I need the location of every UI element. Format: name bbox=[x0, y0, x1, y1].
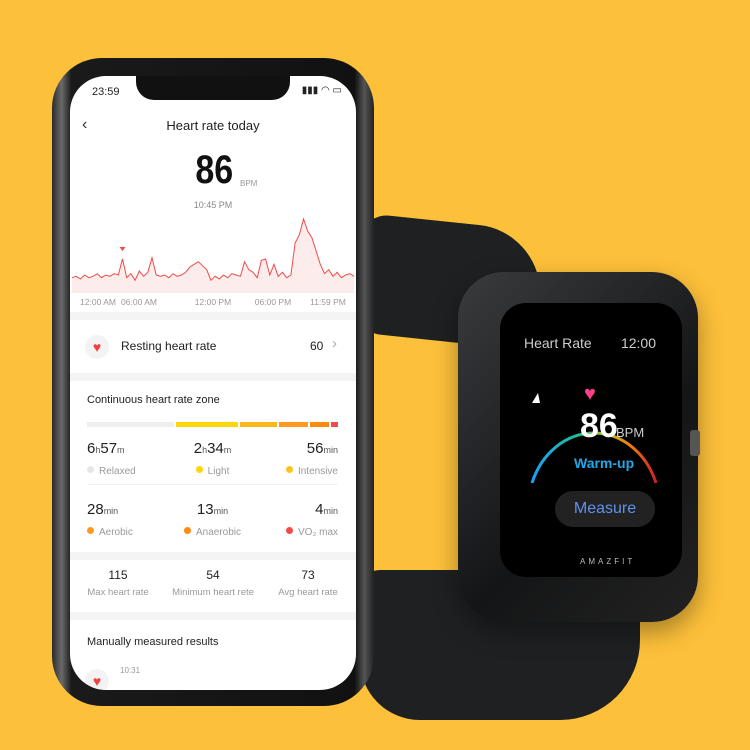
stat-item: 54 Minimum heart rete bbox=[165, 568, 261, 598]
x-tick-label: 11:59 PM bbox=[310, 297, 346, 307]
zone-value: 56 bbox=[306, 440, 324, 457]
zone-color-dot bbox=[286, 527, 293, 535]
watch-bpm-unit: BPM bbox=[616, 425, 645, 440]
x-tick-label: 12:00 AM bbox=[80, 297, 116, 307]
x-tick-label: 06:00 PM bbox=[254, 297, 292, 307]
zone-color-dot bbox=[195, 466, 203, 474]
zone-label: Light bbox=[207, 466, 230, 477]
zone-bar-segment bbox=[175, 422, 239, 427]
zone-bar-segment bbox=[278, 422, 308, 427]
zone-label: Anaerobic bbox=[195, 527, 242, 538]
status-time: 23:59 bbox=[92, 86, 120, 98]
resting-label: Resting heart rate bbox=[121, 339, 217, 353]
watch-zone-label: Warm-up bbox=[574, 455, 635, 471]
watch-heart-icon: ♥ bbox=[584, 383, 596, 405]
stat-item: 73 Avg heart rate bbox=[260, 568, 356, 598]
zone-color-dot bbox=[87, 466, 94, 474]
section-divider bbox=[70, 373, 356, 381]
phone-notch bbox=[136, 76, 290, 100]
x-tick-label: 06:00 AM bbox=[121, 297, 157, 307]
watch-time: 12:00 bbox=[620, 335, 656, 351]
section-divider bbox=[70, 312, 356, 320]
stat-value: 73 bbox=[301, 568, 315, 582]
status-icons: ▮▮▮ ◠ ▭ bbox=[301, 85, 342, 96]
resting-value: 60 bbox=[310, 339, 324, 353]
zone-color-dot bbox=[285, 466, 293, 474]
zone-item: 13min Anaerobic bbox=[170, 501, 255, 540]
page-title: Heart rate today bbox=[166, 118, 260, 133]
watch-measure-button[interactable]: Measure bbox=[555, 491, 655, 527]
current-bpm-unit: BPM bbox=[240, 179, 258, 188]
heart-icon: ♥ bbox=[85, 335, 109, 359]
manual-results-title: Manually measured results bbox=[87, 636, 219, 648]
zone-bar-segment bbox=[309, 422, 329, 427]
zone-divider bbox=[87, 484, 338, 485]
watch-crown-button[interactable] bbox=[690, 430, 700, 456]
zone-color-dot bbox=[87, 527, 94, 535]
zone-item: 56min Intensive bbox=[253, 440, 338, 479]
zone-label: VO₂ max bbox=[298, 527, 338, 538]
chart-axis-line bbox=[70, 292, 356, 293]
chart-area bbox=[72, 219, 354, 292]
stat-value: 115 bbox=[108, 568, 128, 582]
zone-label: Aerobic bbox=[99, 527, 133, 538]
zone-title: Continuous heart rate zone bbox=[87, 394, 220, 406]
stat-label: Avg heart rate bbox=[278, 587, 338, 598]
zone-item: 2h34m Light bbox=[193, 440, 232, 477]
watch-screen: Heart Rate 12:00 ♥ 86 BPM Warm-up Measur… bbox=[500, 303, 682, 577]
stat-value: 54 bbox=[206, 568, 220, 582]
section-divider bbox=[70, 612, 356, 620]
manual-result-time: 10:31 bbox=[120, 666, 141, 675]
heart-rate-chart bbox=[71, 217, 355, 292]
zone-color-dot bbox=[183, 527, 191, 535]
current-bpm-value: 86 bbox=[195, 148, 234, 192]
x-tick-label: 12:00 PM bbox=[194, 297, 232, 307]
zone-bar-segment bbox=[87, 422, 174, 427]
heart-icon: ♥ bbox=[85, 669, 109, 690]
zone-value: 13 bbox=[196, 501, 214, 518]
zone-bar-segment bbox=[240, 422, 277, 427]
watch-title: Heart Rate bbox=[524, 335, 592, 351]
zone-value: 2 bbox=[193, 440, 203, 457]
section-divider bbox=[70, 552, 356, 560]
watch-brand-logo: AMAZFIT bbox=[580, 557, 636, 566]
zone-bar-segment bbox=[330, 422, 339, 427]
zone-item: 28min Aerobic bbox=[87, 501, 133, 538]
zone-bar bbox=[87, 422, 339, 427]
gauge-pointer-icon bbox=[532, 393, 540, 403]
stat-item: 115 Max heart rate bbox=[70, 568, 166, 598]
watch-bpm-value: 86 bbox=[580, 407, 618, 445]
zone-item: 6h57m Relaxed bbox=[87, 440, 136, 477]
zone-item: 4min VO₂ max bbox=[253, 501, 338, 540]
chevron-right-icon: › bbox=[332, 335, 337, 352]
stat-label: Max heart rate bbox=[87, 587, 149, 598]
zone-value: 28 bbox=[87, 501, 104, 518]
manual-result-item[interactable]: ♥ 10:31 bbox=[70, 661, 356, 690]
resting-heart-rate-row[interactable]: ♥ Resting heart rate 60 › bbox=[70, 320, 356, 372]
zone-label: Relaxed bbox=[99, 466, 136, 477]
chart-marker-icon bbox=[119, 247, 126, 251]
zone-label: Intensive bbox=[297, 466, 338, 477]
phone-screen: 23:59 ▮▮▮ ◠ ▭ ‹ Heart rate today 86 BPM … bbox=[70, 76, 356, 690]
stat-label: Minimum heart rete bbox=[172, 587, 254, 598]
